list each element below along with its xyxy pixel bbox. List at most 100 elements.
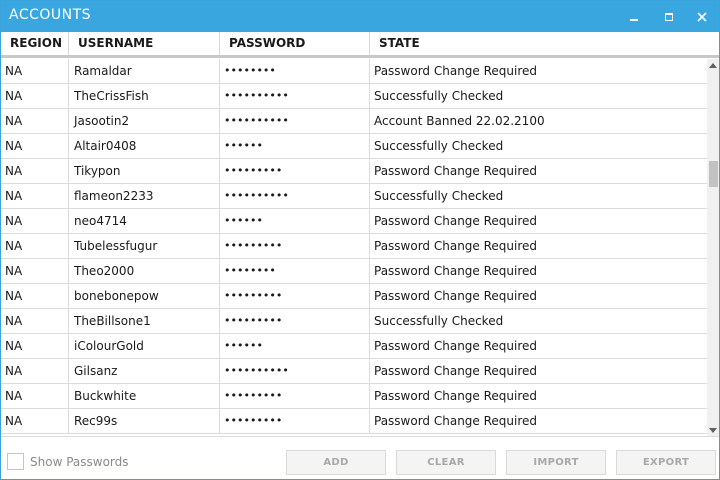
cell-username[interactable]: bonebonepow: [69, 284, 220, 308]
table-row[interactable]: NA Tubelessfugur ••••••••• Password Change …: [1, 234, 707, 259]
cell-region[interactable]: NA: [1, 84, 69, 108]
scroll-thumb[interactable]: [709, 161, 718, 187]
arrow-up-icon: [709, 62, 717, 68]
cell-region[interactable]: NA: [1, 334, 69, 358]
table-row[interactable]: NA iColourGold •••••• Password Change Requi…: [1, 334, 707, 359]
cell-username[interactable]: iColourGold: [69, 334, 220, 358]
cell-region[interactable]: NA: [1, 234, 69, 258]
cell-region[interactable]: NA: [1, 309, 69, 333]
table-row[interactable]: NA Gilsanz •••••••••• Password Change Requi…: [1, 359, 707, 384]
cell-password[interactable]: ••••••••: [220, 259, 370, 283]
cell-password[interactable]: ••••••••••: [220, 184, 370, 208]
cell-password[interactable]: ••••••: [220, 134, 370, 158]
cell-username[interactable]: Tikypon: [69, 159, 220, 183]
export-button[interactable]: EXPORT: [616, 450, 716, 475]
cell-state[interactable]: Password Change Required: [370, 409, 707, 433]
add-button[interactable]: ADD: [286, 450, 386, 475]
cell-password[interactable]: •••••••••: [220, 284, 370, 308]
cell-password[interactable]: •••••••••: [220, 309, 370, 333]
table-row[interactable]: NA flameon2233 •••••••••• Successfully Chec…: [1, 184, 707, 209]
cell-password[interactable]: ••••••••••: [220, 84, 370, 108]
cell-state[interactable]: Successfully Checked: [370, 84, 707, 108]
cell-state[interactable]: Password Change Required: [370, 159, 707, 183]
cell-password[interactable]: •••••••••: [220, 409, 370, 433]
cell-username[interactable]: TheBillsone1: [69, 309, 220, 333]
scroll-down-button[interactable]: [707, 424, 719, 436]
cell-username[interactable]: Gilsanz: [69, 359, 220, 383]
cell-state[interactable]: Successfully Checked: [370, 134, 707, 158]
cell-username[interactable]: neo4714: [69, 209, 220, 233]
cell-region[interactable]: NA: [1, 109, 69, 133]
cell-username[interactable]: Buckwhite: [69, 384, 220, 408]
cell-region[interactable]: NA: [1, 184, 69, 208]
column-header-state[interactable]: STATE: [370, 32, 719, 55]
clear-button[interactable]: CLEAR: [396, 450, 496, 475]
cell-region[interactable]: NA: [1, 409, 69, 433]
table-row[interactable]: NA Theo2000 •••••••• Password Change Requir…: [1, 259, 707, 284]
table-row[interactable]: NA neo4714 •••••• Password Change Required: [1, 209, 707, 234]
cell-username[interactable]: Altair0408: [69, 134, 220, 158]
scroll-up-button[interactable]: [707, 59, 719, 71]
cell-state[interactable]: Password Change Required: [370, 259, 707, 283]
cell-region[interactable]: NA: [1, 134, 69, 158]
column-header-region[interactable]: REGION: [1, 32, 69, 55]
column-header-password[interactable]: PASSWORD: [220, 32, 370, 55]
column-header-username[interactable]: USERNAME: [69, 32, 220, 55]
accounts-window: ACCOUNTS REGION USERNAME PASSWORD STATE …: [0, 0, 720, 480]
cell-username[interactable]: flameon2233: [69, 184, 220, 208]
cell-state[interactable]: Password Change Required: [370, 384, 707, 408]
cell-password[interactable]: •••••••••: [220, 384, 370, 408]
cell-state[interactable]: Successfully Checked: [370, 184, 707, 208]
cell-password[interactable]: •••••••••: [220, 159, 370, 183]
cell-password[interactable]: ••••••••••: [220, 109, 370, 133]
table-row[interactable]: NA Jasootin2 •••••••••• Account Banned 22.0…: [1, 109, 707, 134]
table-row[interactable]: NA Altair0408 •••••• Successfully Checked: [1, 134, 707, 159]
table-body: NA Ramaldar •••••••• Password Change Requir…: [1, 59, 707, 434]
table-row[interactable]: NA Tikypon ••••••••• Password Change Requir…: [1, 159, 707, 184]
cell-username[interactable]: Tubelessfugur: [69, 234, 220, 258]
table-row[interactable]: NA Ramaldar •••••••• Password Change Requir…: [1, 59, 707, 84]
cell-region[interactable]: NA: [1, 159, 69, 183]
cell-username[interactable]: TheCrissFish: [69, 84, 220, 108]
maximize-button[interactable]: [652, 1, 686, 32]
cell-state[interactable]: Password Change Required: [370, 334, 707, 358]
cell-state[interactable]: Password Change Required: [370, 234, 707, 258]
table-row[interactable]: NA TheBillsone1 ••••••••• Successfully Chec…: [1, 309, 707, 334]
cell-password[interactable]: ••••••••: [220, 59, 370, 83]
cell-state[interactable]: Successfully Checked: [370, 309, 707, 333]
maximize-icon: [665, 12, 673, 21]
cell-password[interactable]: •••••••••: [220, 234, 370, 258]
cell-region[interactable]: NA: [1, 359, 69, 383]
cell-password[interactable]: ••••••: [220, 209, 370, 233]
minimize-button[interactable]: [617, 1, 651, 32]
table-row[interactable]: NA TheCrissFish •••••••••• Successfully Che…: [1, 84, 707, 109]
cell-state[interactable]: Password Change Required: [370, 59, 707, 83]
cell-username[interactable]: Rec99s: [69, 409, 220, 433]
cell-state[interactable]: Account Banned 22.02.2100: [370, 109, 707, 133]
show-passwords-checkbox[interactable]: [7, 453, 24, 470]
table-row[interactable]: NA Rec99s ••••••••• Password Change Require…: [1, 409, 707, 434]
cell-region[interactable]: NA: [1, 209, 69, 233]
cell-password[interactable]: ••••••••••: [220, 359, 370, 383]
vertical-scrollbar[interactable]: [707, 59, 719, 436]
footer-bar: Show Passwords ADD CLEAR IMPORT EXPORT: [1, 436, 719, 479]
cell-region[interactable]: NA: [1, 59, 69, 83]
show-passwords-label[interactable]: Show Passwords: [30, 455, 129, 469]
minimize-icon: [630, 18, 638, 21]
cell-password[interactable]: ••••••: [220, 334, 370, 358]
cell-region[interactable]: NA: [1, 384, 69, 408]
cell-username[interactable]: Theo2000: [69, 259, 220, 283]
cell-state[interactable]: Password Change Required: [370, 209, 707, 233]
import-button[interactable]: IMPORT: [506, 450, 606, 475]
table-row[interactable]: NA Buckwhite ••••••••• Password Change Requ…: [1, 384, 707, 409]
cell-region[interactable]: NA: [1, 284, 69, 308]
close-button[interactable]: [685, 1, 719, 32]
table-row[interactable]: NA bonebonepow ••••••••• Password Change Re…: [1, 284, 707, 309]
cell-state[interactable]: Password Change Required: [370, 359, 707, 383]
cell-username[interactable]: Ramaldar: [69, 59, 220, 83]
close-icon: [697, 11, 707, 22]
cell-state[interactable]: Password Change Required: [370, 284, 707, 308]
cell-region[interactable]: NA: [1, 259, 69, 283]
cell-username[interactable]: Jasootin2: [69, 109, 220, 133]
title-bar[interactable]: ACCOUNTS: [1, 1, 719, 32]
